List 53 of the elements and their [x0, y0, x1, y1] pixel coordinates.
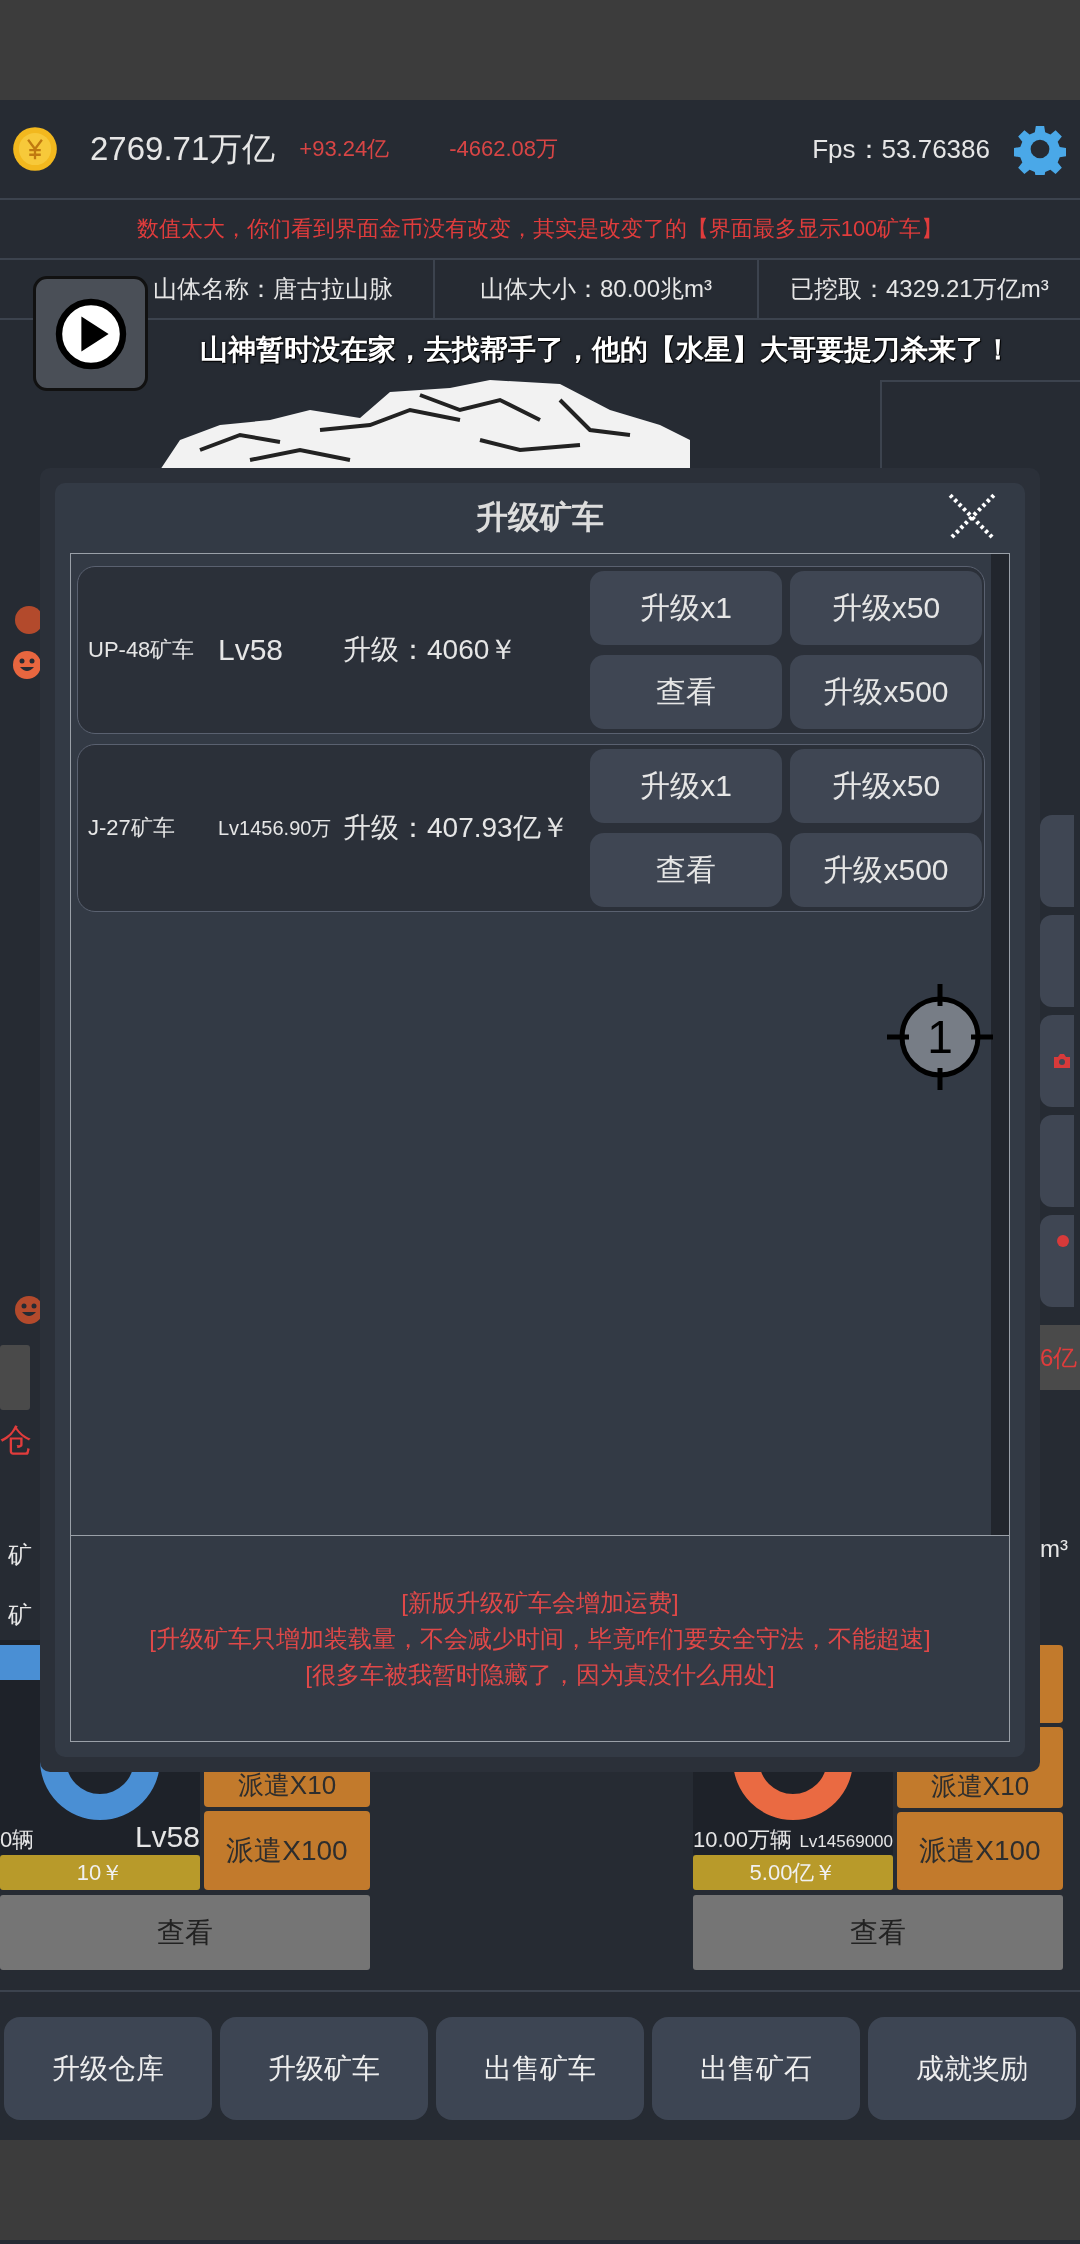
note-text: [新版升级矿车会增加运费] [401, 1587, 679, 1618]
note-text: [升级矿车只增加装载量，不会减少时间，毕竟咋们要安全守法，不能超速] [149, 1623, 931, 1654]
ore-label: 矿 [8, 1600, 33, 1630]
truck-level: Lv58 [134, 1820, 200, 1854]
nav-button[interactable]: 出售矿车 [436, 2017, 644, 2120]
expense-rate: -4662.08万 [449, 135, 559, 163]
upgrade-cost: 升级：407.93亿￥ [343, 811, 570, 845]
upgrade-button[interactable]: 查看 [590, 833, 782, 907]
dispatch-button[interactable]: 派遣X100 [897, 1812, 1063, 1890]
upgrade-button[interactable]: 升级x1 [590, 749, 782, 823]
dispatch-button[interactable]: 派遣X100 [204, 1811, 370, 1890]
truck-name: UP-48矿车 [88, 636, 196, 664]
truck-level: Lv58 [218, 633, 285, 667]
upgrade-button[interactable]: 升级x50 [790, 571, 982, 645]
truck-level: Lv1456.90万 [218, 815, 333, 841]
fps-readout: Fps：53.76386 [812, 132, 990, 166]
income-rate: +93.24亿 [299, 135, 390, 163]
truck-price: 10￥ [0, 1855, 200, 1890]
storage-amount: 6亿 [1040, 1325, 1080, 1390]
ore-label: 矿 [8, 1540, 33, 1570]
side-button[interactable] [1040, 1215, 1074, 1307]
nav-button[interactable]: 成就奖励 [868, 2017, 1076, 2120]
notice-text: 数值太大，你们看到界面金币没有改变，其实是改变了的【界面最多显示100矿车】 [0, 200, 1080, 260]
notification-dot-icon [1057, 1235, 1069, 1247]
truck-price: 5.00亿￥ [693, 1855, 893, 1890]
side-button[interactable] [1040, 1015, 1074, 1107]
touch-pointer: 1 [885, 982, 995, 1092]
upgrade-button[interactable]: 升级x50 [790, 749, 982, 823]
volume-unit: m³ [1040, 1535, 1069, 1563]
nav-button[interactable]: 升级矿车 [220, 2017, 428, 2120]
mountain-info-cell-text: 已挖取：4329.21万亿m³ [788, 274, 1050, 304]
truck-name: J-27矿车 [88, 814, 176, 842]
settings-icon[interactable] [1014, 123, 1066, 175]
truck-count: 0辆 [0, 1826, 35, 1854]
mountain-info-cell: 山体大小：80.00兆m³ [435, 260, 759, 318]
dialog-title: 升级矿车 [476, 498, 604, 537]
coin-amount: 2769.71万亿 [90, 128, 276, 169]
upgrade-button[interactable]: 升级x500 [790, 833, 982, 907]
nav-button[interactable]: 出售矿石 [652, 2017, 860, 2120]
upgrade-button[interactable]: 查看 [590, 655, 782, 729]
truck-level: Lv14569000 [799, 1832, 893, 1852]
truck-count: 10.00万辆 [693, 1826, 793, 1854]
upgrade-button[interactable]: 升级x1 [590, 571, 782, 645]
warehouse-label: 仓 [0, 1421, 33, 1460]
note-text: [很多车被我暂时隐藏了，因为真没什么用处] [305, 1659, 775, 1690]
camera-icon [1052, 1051, 1072, 1071]
coin-icon [12, 126, 58, 172]
color-strip [0, 1645, 40, 1680]
banner-text: 山神暂时没在家，去找帮手了，他的【水星】大哥要提刀杀来了！ [199, 333, 1013, 367]
nav-button[interactable]: 升级仓库 [4, 2017, 212, 2120]
upgrade-cost: 升级：4060￥ [343, 633, 519, 667]
play-button[interactable] [33, 276, 148, 391]
upgrade-button[interactable]: 升级x500 [790, 655, 982, 729]
